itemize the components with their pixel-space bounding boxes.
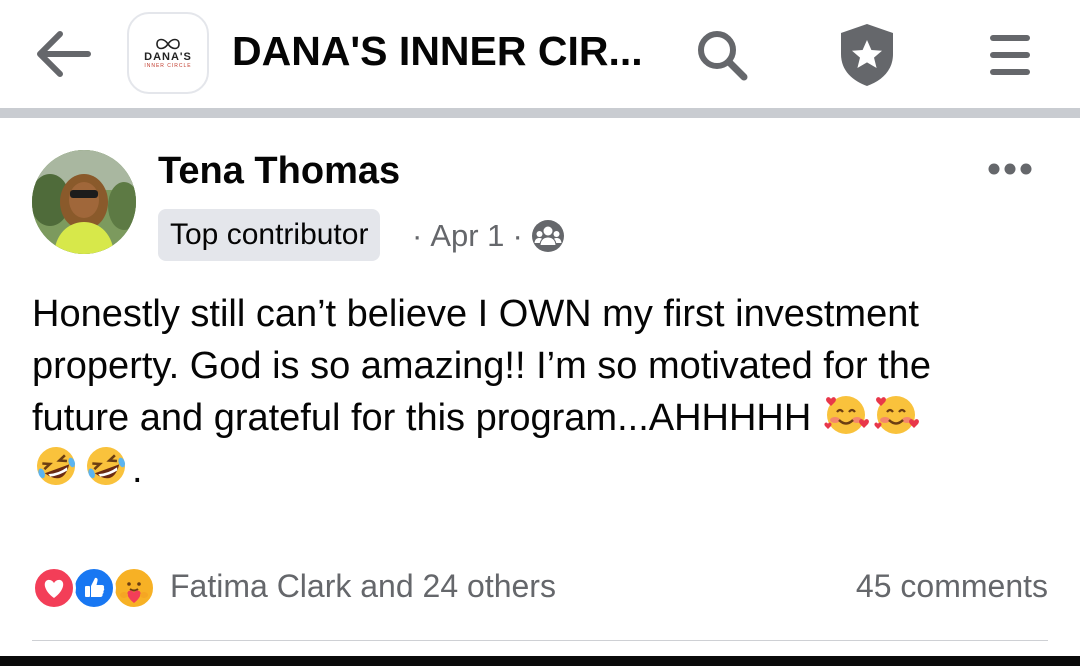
post-text: Honestly still can’t believe I OWN my fi… — [32, 288, 1052, 496]
comment-count[interactable]: 45 comments — [856, 568, 1048, 605]
reaction-summary[interactable]: Fatima Clark and 24 others — [170, 568, 556, 605]
separator-dot: · — [412, 218, 423, 253]
post-text-end: . — [132, 449, 143, 491]
logo-subtitle: INNER CIRCLE — [144, 63, 192, 69]
post-author[interactable]: Tena Thomas — [158, 150, 400, 193]
post-options-button[interactable] — [980, 152, 1040, 186]
footer-divider — [32, 640, 1048, 641]
post-date[interactable]: Apr 1 — [430, 218, 504, 254]
like-reaction-icon — [72, 566, 116, 610]
search-icon — [698, 31, 748, 81]
menu-icon — [990, 35, 1030, 75]
rolling-on-floor-laughing-emoji — [37, 447, 76, 485]
admin-tools-button[interactable] — [832, 20, 902, 90]
post-text-segment: future and grateful for this program...A… — [32, 397, 812, 439]
header-divider — [0, 108, 1080, 118]
arrow-left-icon — [37, 31, 91, 77]
logo-name: DANA'S — [144, 51, 192, 63]
care-reaction-icon — [112, 566, 156, 610]
smiling-face-with-hearts-emoji — [874, 396, 919, 434]
love-reaction-icon — [32, 566, 76, 610]
avatar-photo — [32, 150, 136, 254]
avatar[interactable] — [32, 150, 136, 254]
shield-star-icon — [841, 24, 893, 86]
more-horizontal-icon — [988, 163, 1032, 175]
top-bar: DANA'S INNER CIRCLE DANA'S INNER CIR... — [0, 0, 1080, 108]
post-text-line: property. God is so amazing!! I’m so mot… — [32, 345, 932, 387]
separator-dot: · — [512, 218, 523, 253]
smiling-face-with-hearts-emoji — [824, 396, 869, 434]
bottom-edge — [0, 656, 1080, 666]
post-text-line: future and grateful for this program...A… — [32, 392, 1052, 444]
contributor-badge[interactable]: Top contributor — [158, 209, 381, 261]
reaction-icons[interactable] — [32, 566, 162, 612]
group-title[interactable]: DANA'S INNER CIR... — [232, 28, 643, 75]
group-members-icon[interactable] — [531, 219, 565, 253]
group-logo[interactable]: DANA'S INNER CIRCLE — [127, 12, 209, 94]
infinity-icon — [156, 38, 180, 50]
search-button[interactable] — [690, 24, 754, 86]
post-text-line: . — [32, 444, 1052, 496]
post-text-line: Honestly still can’t believe I OWN my fi… — [32, 293, 919, 335]
back-button[interactable] — [30, 26, 94, 82]
menu-button[interactable] — [978, 26, 1042, 84]
post-meta: · Apr 1 · — [412, 214, 565, 258]
rolling-on-floor-laughing-emoji — [87, 447, 126, 485]
